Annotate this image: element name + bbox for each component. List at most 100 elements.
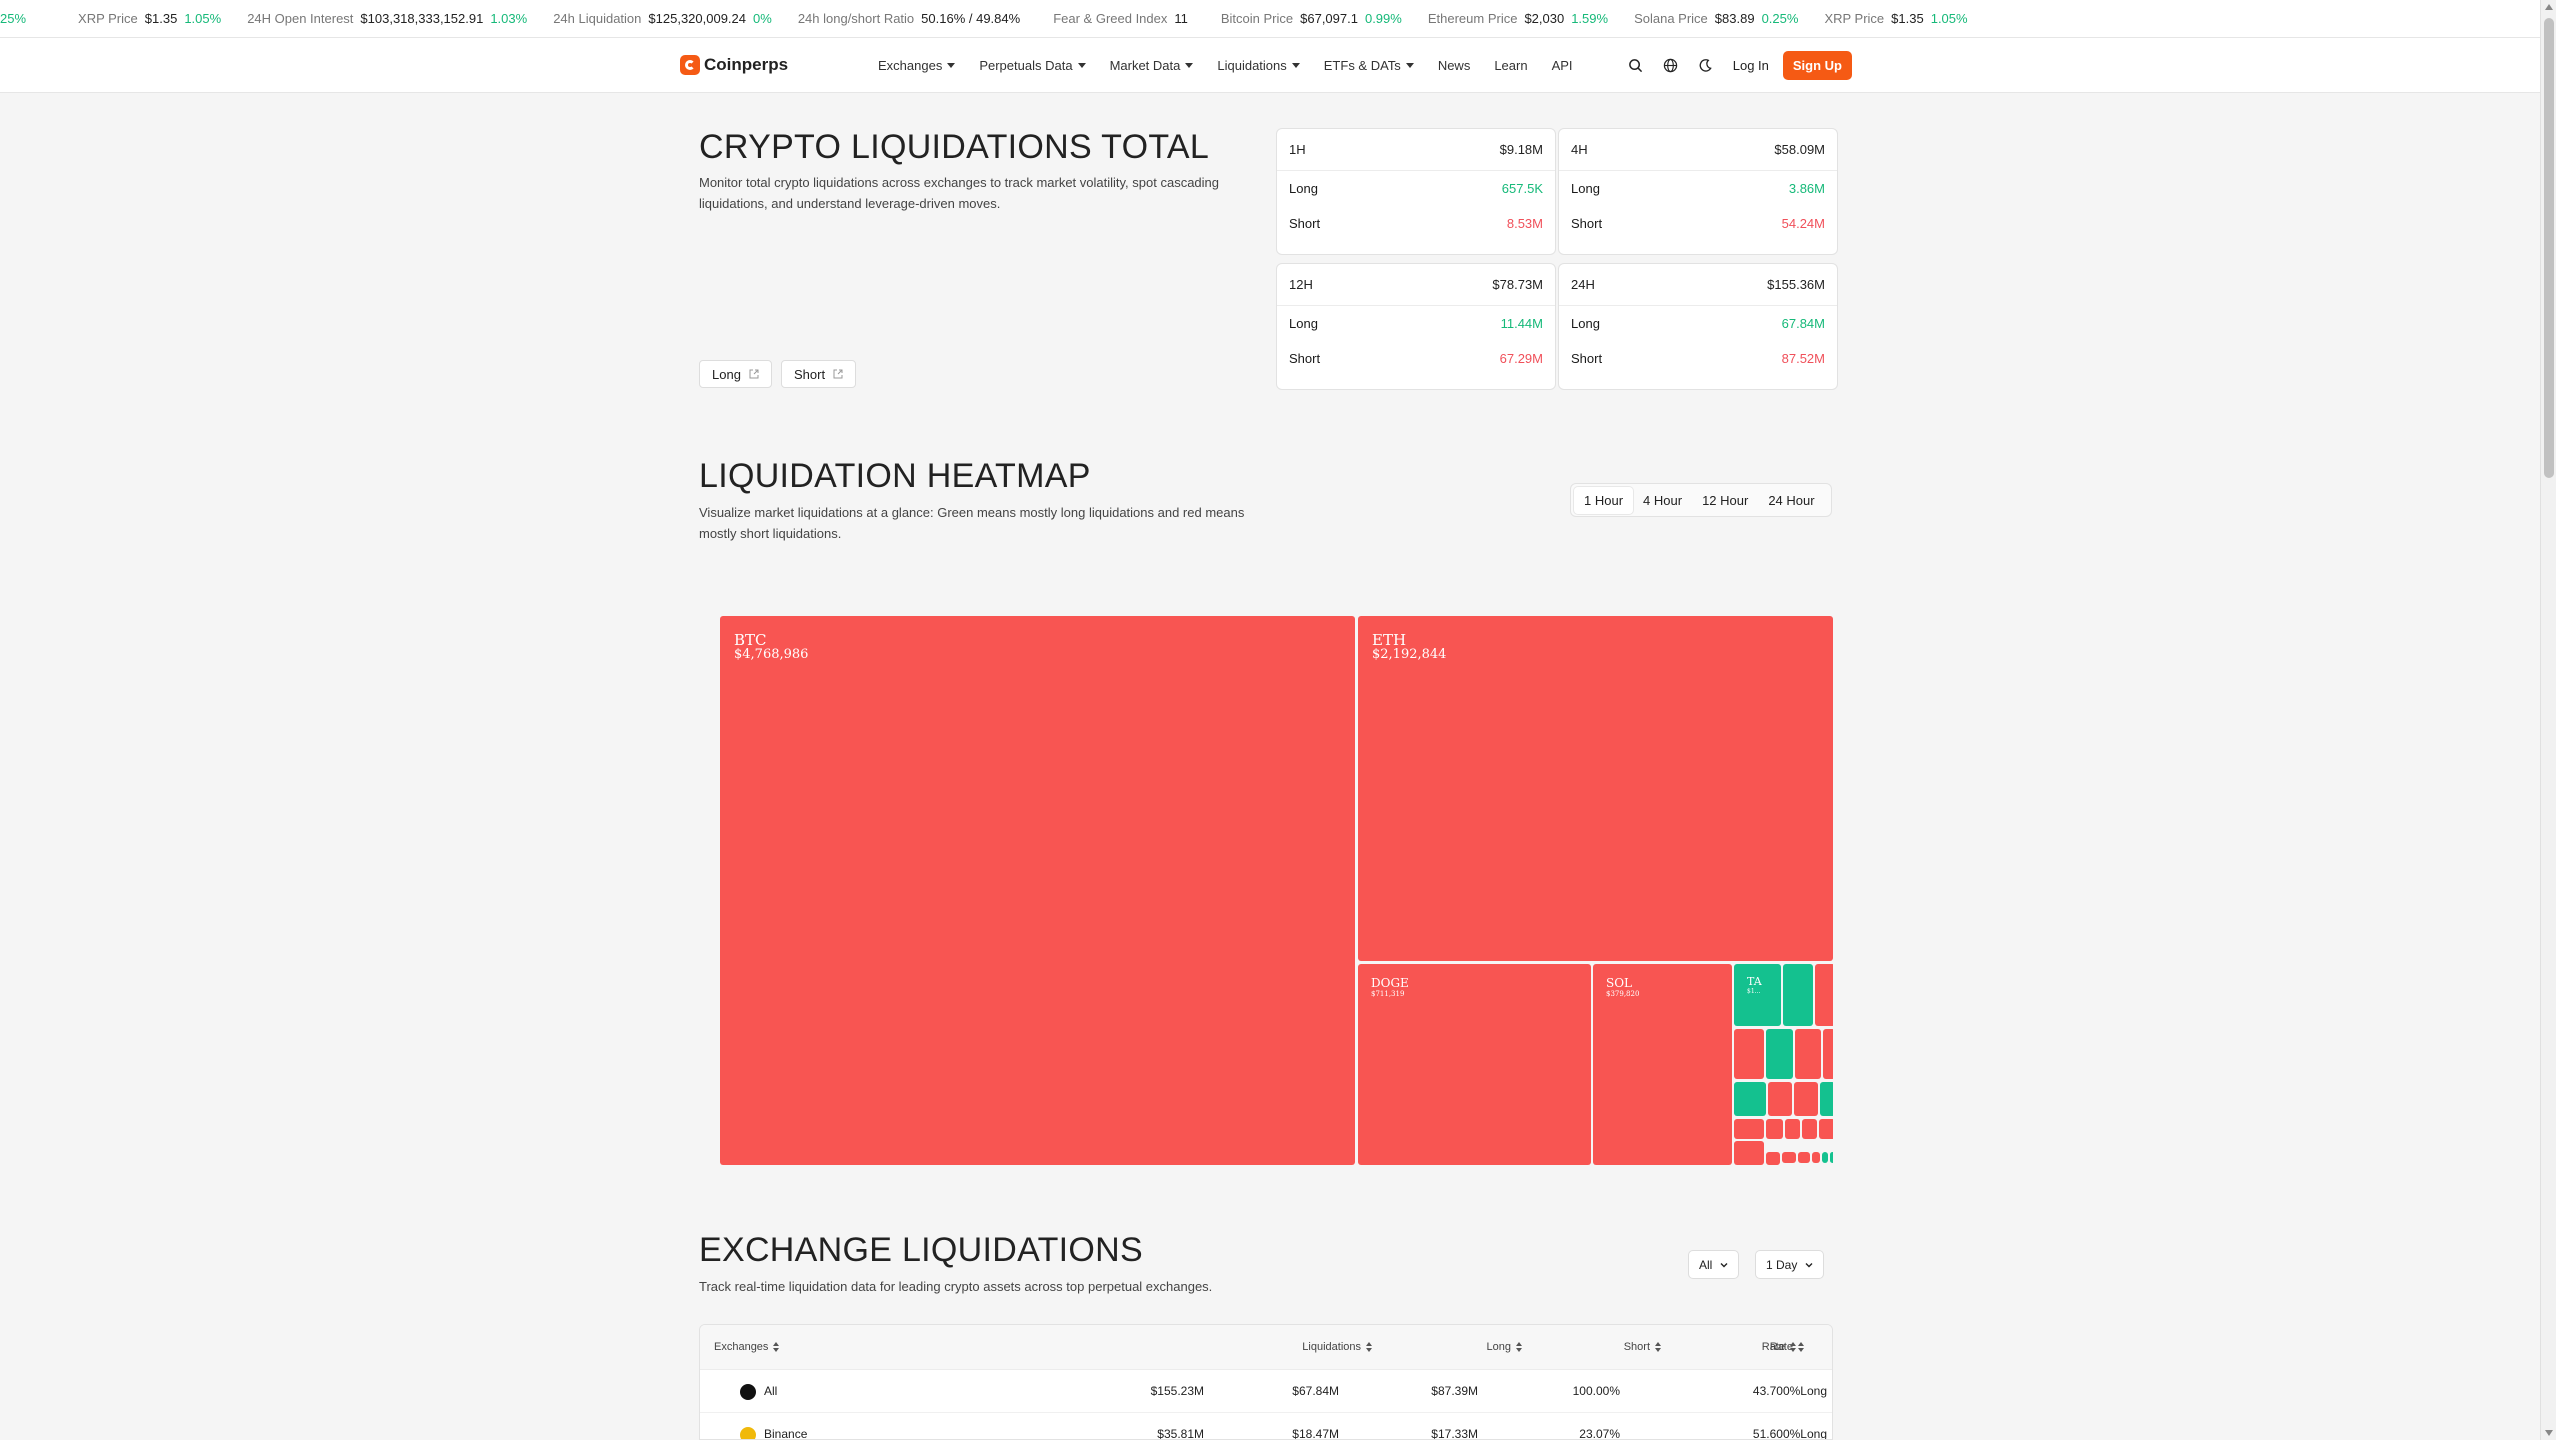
short-button[interactable]: Short — [781, 360, 857, 388]
external-link-icon — [833, 369, 843, 379]
cell-symbol: BTC — [734, 631, 767, 649]
nav-item-label: Exchanges — [878, 58, 943, 73]
cell-rate-long: 43.700%Long — [1752, 1384, 1827, 1398]
heatmap-cell-eth[interactable]: ETH $2,192,844 — [1358, 616, 1833, 961]
heatmap-title: LIQUIDATION HEATMAP — [699, 457, 1091, 495]
page-scrollbar[interactable] — [2540, 0, 2556, 1440]
cell-rate: 23.07% — [1579, 1427, 1620, 1440]
cell-value: $2,192,844 — [1372, 647, 1447, 662]
heatmap-cell[interactable] — [1822, 1152, 1828, 1163]
ticker-label: Ethereum Price — [1427, 11, 1518, 26]
nav-item-label: News — [1437, 58, 1471, 73]
heatmap-cell[interactable] — [1795, 1029, 1821, 1079]
nav-item-exchanges[interactable]: Exchanges — [878, 58, 956, 73]
heatmap-cell[interactable] — [1734, 1029, 1764, 1079]
moon-icon[interactable] — [1696, 56, 1716, 76]
table-row[interactable]: Binance $35.81M $18.47M $17.33M 23.07% 5… — [700, 1413, 1832, 1440]
heatmap-cell-doge[interactable]: DOGE $711,319 — [1358, 964, 1591, 1165]
heatmap-cell[interactable] — [1734, 1141, 1764, 1165]
tab-1-hour[interactable]: 1 Hour — [1574, 486, 1634, 514]
ticker-change: 1.59% — [1571, 11, 1609, 26]
ticker-item: Bitcoin Price $67,097.1 0.99% — [1221, 11, 1402, 26]
ticker-change: 0.99% — [1364, 11, 1402, 26]
cell-long: $18.47M — [1292, 1427, 1339, 1440]
scrollbar-thumb[interactable] — [2544, 18, 2554, 478]
nav-item-learn[interactable]: Learn — [1494, 58, 1527, 73]
heatmap-cell-btc[interactable]: BTC $4,768,986 — [720, 616, 1355, 1165]
asset-filter-value: All — [1699, 1257, 1713, 1272]
heatmap-cell-ta[interactable]: TA $1... — [1734, 964, 1781, 1026]
heatmap-cell[interactable] — [1734, 1119, 1764, 1139]
ticker-value: $1.35 — [1891, 11, 1924, 26]
nav-item-perpetuals-data[interactable]: Perpetuals Data — [979, 58, 1086, 73]
column-exchanges[interactable]: Exchanges — [714, 1341, 780, 1353]
nav-item-api[interactable]: API — [1552, 58, 1573, 73]
long-button[interactable]: Long — [699, 360, 772, 388]
heatmap-cell[interactable] — [1794, 1082, 1818, 1116]
cell-rate: 100.00% — [1572, 1384, 1620, 1398]
ticker-change: 1.05% — [184, 11, 222, 26]
heatmap-cell[interactable] — [1734, 1082, 1766, 1116]
heatmap-cell-sol[interactable]: SOL $379,820 — [1593, 964, 1732, 1165]
column-rate-2[interactable]: Rate — [1600, 1341, 1796, 1353]
stat-long-label: Long — [1289, 316, 1318, 331]
heatmap-cell[interactable] — [1815, 964, 1833, 1026]
nav-item-liquidations[interactable]: Liquidations — [1217, 58, 1300, 73]
heatmap-cell[interactable] — [1819, 1119, 1833, 1139]
login-link[interactable]: Log In — [1733, 58, 1769, 73]
scroll-down-arrow-icon[interactable] — [2545, 1430, 2553, 1436]
heatmap-cell[interactable] — [1798, 1152, 1810, 1163]
cell-symbol: DOGE — [1371, 976, 1409, 990]
caret-down-icon — [1291, 63, 1300, 68]
exchange-description: Track real-time liquidation data for lea… — [699, 1279, 1213, 1294]
heatmap-cell[interactable] — [1820, 1082, 1833, 1116]
heatmap-cell[interactable] — [1802, 1119, 1817, 1139]
stat-long-value: 11.44M — [1500, 316, 1543, 331]
stat-total: $9.18M — [1499, 142, 1543, 157]
ticker-item: XRP Price $1.35 1.05% — [1824, 11, 1967, 26]
nav-item-market-data[interactable]: Market Data — [1110, 58, 1194, 73]
heatmap-cell[interactable] — [1766, 1152, 1780, 1165]
stat-total: $58.09M — [1774, 142, 1825, 157]
period-filter-dropdown[interactable]: 1 Day — [1755, 1250, 1825, 1279]
totals-description: Monitor total crypto liquidations across… — [699, 175, 1219, 211]
exchange-liquidations-table: Exchanges Liquidations Long Short Rate R… — [699, 1324, 1833, 1440]
tab-4-hour[interactable]: 4 Hour — [1633, 487, 1692, 514]
tab-12-hour[interactable]: 12 Hour — [1692, 487, 1758, 514]
table-header: Exchanges Liquidations Long Short Rate R… — [700, 1325, 1832, 1370]
heatmap-cell[interactable] — [1812, 1152, 1820, 1163]
ticker-item: Fear & Greed Index 11 — [1053, 11, 1195, 26]
asset-filter-dropdown[interactable]: All — [1688, 1250, 1740, 1279]
heatmap-cell[interactable] — [1782, 1152, 1796, 1163]
cell-value: $1... — [1747, 988, 1761, 995]
caret-down-icon — [1077, 63, 1086, 68]
stat-short-label: Short — [1289, 216, 1321, 231]
nav-item-news[interactable]: News — [1438, 58, 1471, 73]
ticker-change: 0% — [753, 11, 772, 26]
signup-button[interactable]: Sign Up — [1782, 51, 1852, 80]
period-filter-value: 1 Day — [1766, 1257, 1798, 1272]
column-liquidations[interactable]: Liquidations — [1135, 1341, 1372, 1353]
scroll-up-arrow-icon[interactable] — [2545, 4, 2553, 10]
table-row[interactable]: All $155.23M $67.84M $87.39M 100.00% 43.… — [700, 1370, 1832, 1413]
ticker-value: $125,320,009.24 — [648, 11, 747, 26]
heatmap-cell[interactable] — [1830, 1152, 1833, 1163]
nav-item-etfs-dats[interactable]: ETFs & DATs — [1324, 58, 1414, 73]
heatmap-cell[interactable] — [1766, 1029, 1793, 1079]
cell-short: $87.39M — [1431, 1384, 1478, 1398]
heatmap-cell[interactable] — [1785, 1119, 1800, 1139]
brand-logo[interactable]: Coinperps — [680, 55, 788, 75]
search-icon[interactable] — [1626, 56, 1646, 76]
chevron-down-icon — [1720, 1262, 1728, 1267]
stat-short-value: 67.29M — [1499, 351, 1543, 366]
stat-long-label: Long — [1571, 181, 1600, 196]
heatmap-cell[interactable] — [1783, 964, 1813, 1026]
heatmap-period-tabs: 1 Hour 4 Hour 12 Hour 24 Hour — [1570, 483, 1832, 517]
ticker-change: 0.25% — [1761, 11, 1799, 26]
heatmap-cell[interactable] — [1766, 1119, 1783, 1139]
tab-24-hour[interactable]: 24 Hour — [1758, 487, 1824, 514]
heatmap-cell[interactable] — [1768, 1082, 1792, 1116]
globe-icon[interactable] — [1661, 56, 1681, 76]
heatmap-cell[interactable] — [1823, 1029, 1833, 1079]
stat-period: 1H — [1289, 142, 1306, 157]
